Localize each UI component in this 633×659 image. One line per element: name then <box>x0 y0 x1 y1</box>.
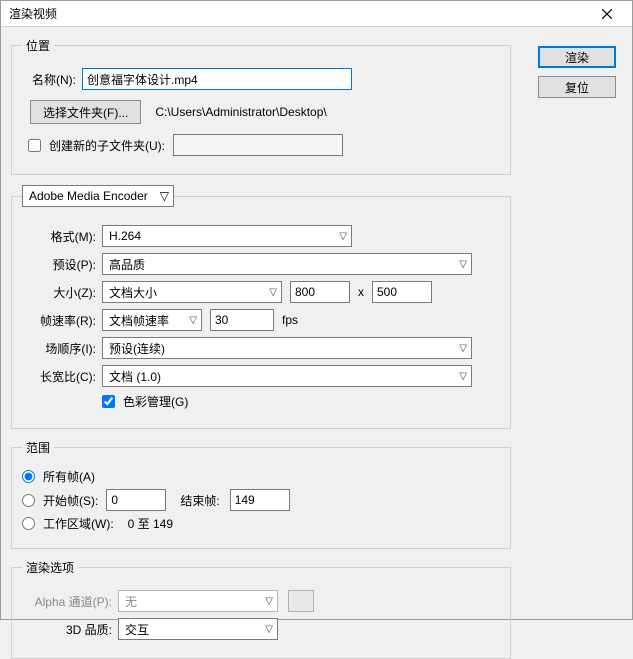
color-mgmt-label: 色彩管理(G) <box>123 393 188 410</box>
aspect-label: 长宽比(C): <box>22 368 102 385</box>
range-work-radio[interactable]: 工作区域(W): <box>22 515 114 532</box>
alpha-value: 无 <box>125 593 137 610</box>
range-work-text: 0 至 149 <box>128 515 173 532</box>
range-start-label: 开始帧(S): <box>43 492 98 509</box>
titlebar: 渲染视频 <box>1 1 632 27</box>
size-width-input[interactable] <box>290 281 350 303</box>
range-work-input[interactable] <box>22 517 35 530</box>
range-all-input[interactable] <box>22 470 35 483</box>
fps-unit: fps <box>282 313 298 327</box>
preset-label: 预设(P): <box>22 256 102 273</box>
end-frame-label: 结束帧: <box>180 492 219 509</box>
format-label: 格式(M): <box>22 228 102 245</box>
quality-select[interactable]: 交互 ▽ <box>118 618 278 640</box>
chevron-down-icon: ▽ <box>459 343 467 354</box>
format-value: H.264 <box>109 229 141 243</box>
range-work-label: 工作区域(W): <box>43 515 114 532</box>
preset-select[interactable]: 高品质 ▽ <box>102 253 472 275</box>
size-label: 大小(Z): <box>22 284 102 301</box>
encoder-group: Adobe Media Encoder ▽ 格式(M): H.264 ▽ 预设(… <box>11 185 511 429</box>
encoder-select[interactable]: Adobe Media Encoder ▽ <box>22 185 174 207</box>
name-label: 名称(N): <box>22 71 82 88</box>
location-legend: 位置 <box>22 37 54 54</box>
fps-label: 帧速率(R): <box>22 312 102 329</box>
choose-folder-button[interactable]: 选择文件夹(F)... <box>30 100 141 124</box>
location-group: 位置 名称(N): 选择文件夹(F)... C:\Users\Administr… <box>11 37 511 175</box>
order-label: 场顺序(I): <box>22 340 102 357</box>
dialog-window: 渲染视频 渲染 复位 位置 名称(N): <box>0 0 633 620</box>
chevron-down-icon: ▽ <box>339 231 347 242</box>
folder-path-text: C:\Users\Administrator\Desktop\ <box>155 105 326 119</box>
quality-label: 3D 品质: <box>22 621 118 638</box>
create-subfolder-checkbox[interactable]: 创建新的子文件夹(U): <box>28 137 165 154</box>
fps-mode-select[interactable]: 文档帧速率 ▽ <box>102 309 202 331</box>
color-mgmt-box[interactable] <box>102 395 115 408</box>
chevron-down-icon: ▽ <box>459 259 467 270</box>
chevron-down-icon: ▽ <box>265 624 273 635</box>
quality-value: 交互 <box>125 621 149 638</box>
range-all-radio[interactable]: 所有帧(A) <box>22 468 95 485</box>
range-all-label: 所有帧(A) <box>43 468 95 485</box>
fps-mode-value: 文档帧速率 <box>109 312 169 329</box>
start-frame-input[interactable] <box>106 489 166 511</box>
window-title: 渲染视频 <box>9 5 57 22</box>
close-icon <box>602 9 612 19</box>
aspect-value: 文档 (1.0) <box>109 368 161 385</box>
range-start-input[interactable] <box>22 494 35 507</box>
chevron-down-icon: ▽ <box>189 315 197 326</box>
subfolder-input[interactable] <box>173 134 343 156</box>
format-select[interactable]: H.264 ▽ <box>102 225 352 247</box>
end-frame-input[interactable] <box>230 489 290 511</box>
encoder-select-value: Adobe Media Encoder <box>29 189 148 203</box>
alpha-extra-button <box>288 590 314 612</box>
close-button[interactable] <box>586 3 628 25</box>
alpha-label: Alpha 通道(P): <box>22 593 118 610</box>
range-start-radio[interactable]: 开始帧(S): <box>22 492 98 509</box>
chevron-down-icon: ▽ <box>265 596 273 607</box>
chevron-down-icon: ▽ <box>160 189 169 203</box>
size-x-label: x <box>358 285 364 299</box>
chevron-down-icon: ▽ <box>459 371 467 382</box>
create-subfolder-label: 创建新的子文件夹(U): <box>49 137 165 154</box>
alpha-select: 无 ▽ <box>118 590 278 612</box>
options-legend: 渲染选项 <box>22 559 78 576</box>
options-group: 渲染选项 Alpha 通道(P): 无 ▽ 3D 品质: 交互 ▽ <box>11 559 511 659</box>
choose-folder-label: 选择文件夹(F)... <box>43 104 128 121</box>
order-value: 预设(连续) <box>109 340 165 357</box>
chevron-down-icon: ▽ <box>269 287 277 298</box>
color-mgmt-checkbox[interactable]: 色彩管理(G) <box>102 393 188 410</box>
size-mode-select[interactable]: 文档大小 ▽ <box>102 281 282 303</box>
fps-input[interactable] <box>210 309 274 331</box>
content-area: 位置 名称(N): 选择文件夹(F)... C:\Users\Administr… <box>1 27 632 619</box>
order-select[interactable]: 预设(连续) ▽ <box>102 337 472 359</box>
range-legend: 范围 <box>22 439 54 456</box>
preset-value: 高品质 <box>109 256 145 273</box>
name-input[interactable] <box>82 68 352 90</box>
size-height-input[interactable] <box>372 281 432 303</box>
size-mode-value: 文档大小 <box>109 284 157 301</box>
create-subfolder-box[interactable] <box>28 139 41 152</box>
range-group: 范围 所有帧(A) 开始帧(S): 结束帧: <box>11 439 511 549</box>
aspect-select[interactable]: 文档 (1.0) ▽ <box>102 365 472 387</box>
